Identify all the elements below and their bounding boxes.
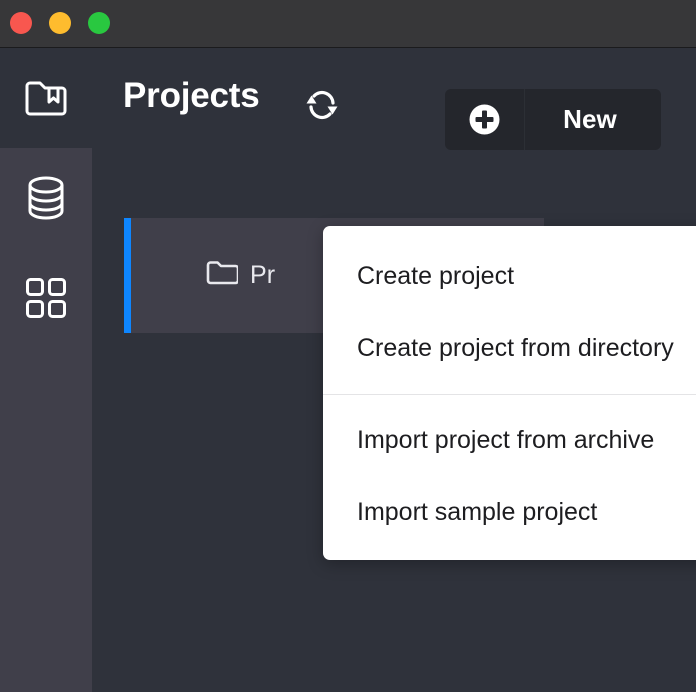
title-bar — [0, 0, 696, 48]
sidebar-item-projects[interactable] — [0, 48, 92, 148]
plus-circle-icon — [445, 89, 525, 150]
sidebar-item-datasources[interactable] — [0, 148, 92, 248]
folder-bookmark-icon — [24, 77, 68, 119]
sidebar-item-apps[interactable] — [0, 248, 92, 348]
folder-icon — [206, 260, 240, 291]
menu-item-import-project-from-archive[interactable]: Import project from archive — [323, 404, 696, 476]
page-header: Projects New — [92, 48, 696, 162]
menu-separator — [323, 394, 696, 395]
refresh-button[interactable] — [294, 78, 350, 134]
refresh-icon — [298, 81, 346, 132]
project-name: Pr — [250, 261, 276, 289]
menu-item-create-project-from-directory[interactable]: Create project from directory — [323, 312, 696, 384]
new-button[interactable]: New — [445, 89, 661, 150]
main-content: Projects New Pr Create project Create pr… — [92, 48, 696, 692]
maximize-window-button[interactable] — [88, 12, 110, 34]
project-card-body: Pr — [124, 260, 275, 291]
grid-icon — [25, 277, 67, 319]
traffic-light-group — [10, 12, 110, 34]
new-button-label: New — [563, 104, 617, 134]
new-project-dropdown-menu: Create project Create project from direc… — [323, 226, 696, 560]
sidebar — [0, 48, 92, 692]
menu-item-create-project[interactable]: Create project — [323, 240, 696, 312]
page-title: Projects — [123, 76, 260, 115]
app-window: Projects New Pr Create project Create pr… — [0, 0, 696, 692]
close-window-button[interactable] — [10, 12, 32, 34]
selected-accent-bar — [124, 218, 131, 333]
database-icon — [25, 175, 67, 221]
minimize-window-button[interactable] — [49, 12, 71, 34]
menu-item-import-sample-project[interactable]: Import sample project — [323, 476, 696, 548]
